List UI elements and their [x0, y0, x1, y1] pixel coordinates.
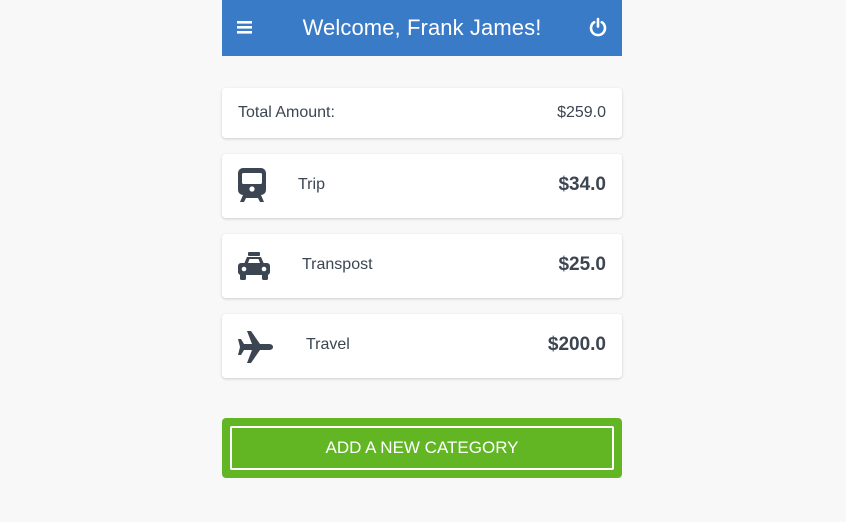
- airplane-icon: [238, 330, 274, 364]
- power-icon[interactable]: [588, 17, 608, 37]
- train-icon: [238, 168, 274, 202]
- category-amount: $200.0: [547, 334, 606, 355]
- add-category-button[interactable]: ADD A NEW CATEGORY: [222, 418, 622, 478]
- category-name: Trip: [298, 176, 325, 193]
- category-amount: $34.0: [558, 174, 606, 195]
- category-name: Travel: [306, 336, 350, 353]
- welcome-title: Welcome, Frank James!: [302, 15, 542, 40]
- menu-icon[interactable]: [236, 17, 254, 37]
- category-card-travel[interactable]: Travel $200.0: [222, 314, 622, 378]
- total-amount-value: $259.0: [557, 104, 606, 121]
- category-card-trip[interactable]: Trip $34.0: [222, 154, 622, 218]
- total-amount-label: Total Amount:: [238, 104, 335, 121]
- category-card-transpost[interactable]: Transpost $25.0: [222, 234, 622, 298]
- category-name: Transpost: [302, 256, 373, 273]
- app-container: Welcome, Frank James! Total Amount: $259…: [222, 0, 622, 478]
- total-amount-card: Total Amount: $259.0: [222, 88, 622, 138]
- add-category-label: ADD A NEW CATEGORY: [230, 426, 614, 470]
- category-amount: $25.0: [558, 254, 606, 275]
- taxi-icon: [238, 252, 274, 286]
- app-header: Welcome, Frank James!: [222, 0, 622, 56]
